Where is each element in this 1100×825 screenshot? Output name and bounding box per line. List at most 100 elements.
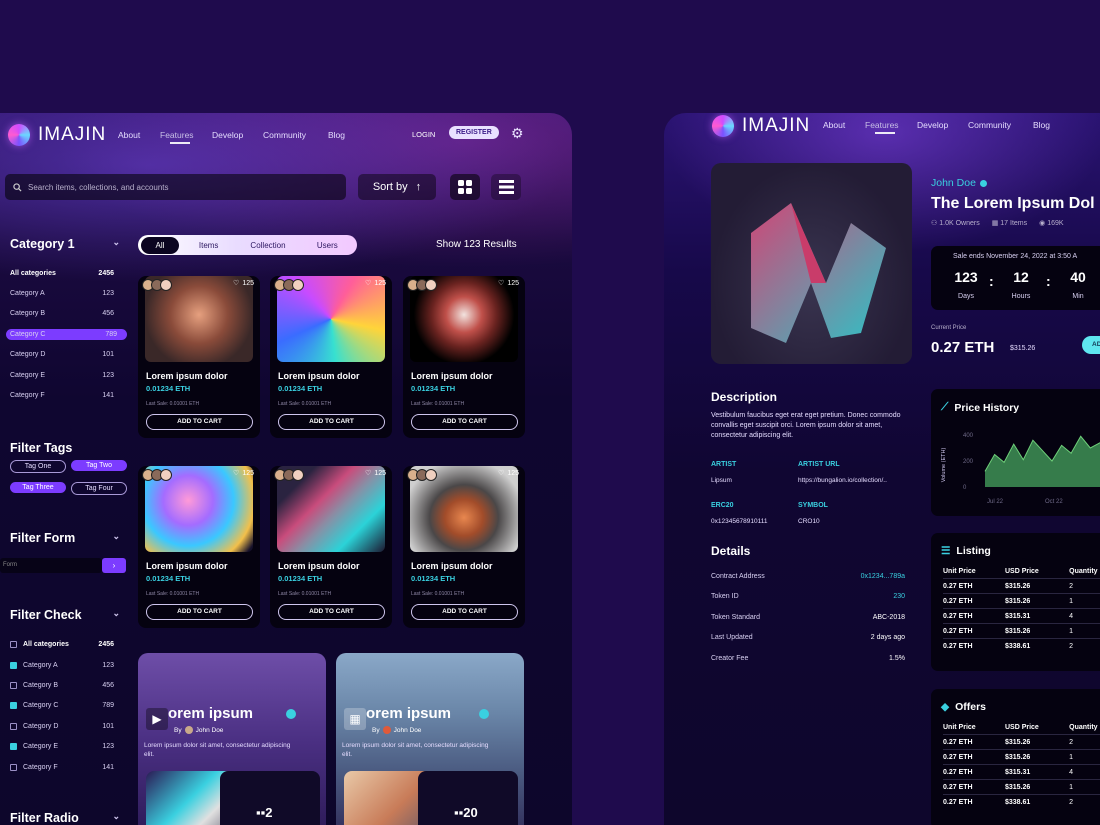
table-row: 0.27 ETH $315.31 4 bbox=[943, 764, 1100, 780]
check-item-c[interactable]: Category C 789 bbox=[10, 702, 114, 709]
checkbox[interactable] bbox=[10, 723, 17, 730]
category-item-d[interactable]: Category D 101 bbox=[10, 351, 114, 358]
filter-form-header[interactable]: Filter Form ⌄ bbox=[10, 531, 120, 545]
chart-line-icon: ⟋ bbox=[941, 401, 949, 413]
users-icon: ⚇ bbox=[931, 220, 940, 227]
tag-two[interactable]: Tag Two bbox=[71, 460, 127, 471]
grid-icon: ▪▪ bbox=[454, 805, 464, 820]
search-icon bbox=[13, 182, 22, 192]
add-to-cart-button[interactable]: ADD TO CART bbox=[146, 604, 253, 620]
artist-name[interactable]: John Doe bbox=[931, 177, 987, 189]
tab-all[interactable]: All bbox=[141, 236, 179, 254]
add-to-cart-button[interactable]: ADD TO CART bbox=[411, 414, 518, 430]
form-submit-button[interactable]: › bbox=[102, 558, 126, 573]
checkbox[interactable] bbox=[10, 764, 17, 771]
add-to-cart-button[interactable]: ADD TO bbox=[1082, 336, 1100, 354]
check-item-all[interactable]: All categories 2456 bbox=[10, 641, 114, 648]
item-detail-window: IMAJIN About Features Develop Community … bbox=[664, 113, 1100, 825]
heart-icon: ♡ bbox=[365, 470, 372, 477]
check-item-d[interactable]: Category D 101 bbox=[10, 723, 114, 730]
likes[interactable]: ♡ 125 bbox=[498, 279, 519, 288]
category-item-e[interactable]: Category E 123 bbox=[10, 372, 114, 379]
description-text: Vestibulum faucibus eget erat eget preti… bbox=[711, 412, 901, 439]
search-bar[interactable]: Search items, collections, and accounts bbox=[5, 174, 346, 200]
logo[interactable]: IMAJIN bbox=[8, 124, 106, 146]
likes[interactable]: ♡ 125 bbox=[365, 279, 386, 288]
nft-card[interactable]: ♡ 125 Lorem ipsum dolor 0.01234 ETH Last … bbox=[138, 466, 260, 628]
nav-blog[interactable]: Blog bbox=[1033, 120, 1050, 130]
check-item-f[interactable]: Category F 141 bbox=[10, 764, 114, 771]
grid-view-button[interactable] bbox=[450, 174, 480, 200]
checkbox-checked[interactable] bbox=[10, 702, 17, 709]
nav-about[interactable]: About bbox=[823, 120, 845, 130]
detail-row: Token Standard ABC-2018 bbox=[711, 614, 905, 621]
chevron-right-icon: › bbox=[112, 561, 116, 570]
checkbox[interactable] bbox=[10, 682, 17, 689]
verified-icon bbox=[479, 709, 489, 719]
tab-items[interactable]: Items bbox=[179, 241, 238, 250]
tag-three[interactable]: Tag Three bbox=[10, 482, 66, 493]
price-history-chart: Volume (ETH) 400 200 0 Jul 22 Oct 22 bbox=[941, 433, 1100, 505]
filter-radio-header[interactable]: Filter Radio ⌄ bbox=[10, 811, 120, 825]
category-item-all[interactable]: All categories 2456 bbox=[10, 270, 114, 277]
tag-four[interactable]: Tag Four bbox=[71, 482, 127, 495]
nft-card[interactable]: ♡ 125 Lorem ipsum dolor 0.01234 ETH Last … bbox=[403, 466, 525, 628]
category-item-b[interactable]: Category B 456 bbox=[10, 310, 114, 317]
category-item-a[interactable]: Category A 123 bbox=[10, 290, 114, 297]
category-1-header[interactable]: Category 1 ⌄ bbox=[10, 237, 120, 251]
area-series bbox=[985, 436, 1100, 487]
register-button[interactable]: REGISTER bbox=[449, 126, 499, 139]
checkbox-checked[interactable] bbox=[10, 743, 17, 750]
nft-card[interactable]: ♡ 125 Lorem ipsum dolor 0.01234 ETH Last … bbox=[403, 276, 525, 438]
play-icon[interactable]: ▶ bbox=[146, 708, 168, 730]
collection-card[interactable]: ▦ orem ipsum By John Doe Lorem ipsum dolo… bbox=[336, 653, 524, 825]
checkbox-checked[interactable] bbox=[10, 662, 17, 669]
listing-panel: ☰ Listing Unit Price USD Price Quantity 0.2… bbox=[931, 533, 1100, 671]
item-count: ▪▪20 bbox=[454, 805, 478, 820]
add-to-cart-button[interactable]: ADD TO CART bbox=[411, 604, 518, 620]
gear-icon[interactable]: ⚙ bbox=[511, 125, 524, 142]
search-input[interactable]: Search items, collections, and accounts bbox=[28, 183, 169, 192]
nft-card[interactable]: ♡ 125 Lorem ipsum dolor 0.01234 ETH Last … bbox=[270, 276, 392, 438]
check-item-b[interactable]: Category B 456 bbox=[10, 682, 114, 689]
nav-features[interactable]: Features bbox=[160, 130, 194, 144]
price-history-panel: ⟋ Price History Volume (ETH) 400 200 0 Jul 22… bbox=[931, 389, 1100, 516]
likes[interactable]: ♡ 125 bbox=[365, 469, 386, 478]
table-row: 0.27 ETH $338.61 2 bbox=[943, 794, 1100, 809]
category-item-f[interactable]: Category F 141 bbox=[10, 392, 114, 399]
add-to-cart-button[interactable]: ADD TO CART bbox=[278, 604, 385, 620]
likes[interactable]: ♡ 125 bbox=[233, 469, 254, 478]
likes[interactable]: ♡ 125 bbox=[498, 469, 519, 478]
tab-users[interactable]: Users bbox=[298, 241, 357, 250]
nav-about[interactable]: About bbox=[118, 130, 140, 140]
filter-check-header[interactable]: Filter Check ⌄ bbox=[10, 608, 120, 622]
tag-one[interactable]: Tag One bbox=[10, 460, 66, 473]
category-item-c[interactable]: Category C 789 bbox=[6, 329, 127, 340]
login-button[interactable]: LOGIN bbox=[412, 130, 435, 139]
nft-card[interactable]: ♡ 125 Lorem ipsum dolor 0.01234 ETH Last … bbox=[138, 276, 260, 438]
check-item-a[interactable]: Category A 123 bbox=[10, 662, 114, 669]
nav-blog[interactable]: Blog bbox=[328, 130, 345, 140]
chevron-down-icon: ⌄ bbox=[112, 237, 120, 247]
logo[interactable]: IMAJIN bbox=[712, 115, 810, 137]
tab-collection[interactable]: Collection bbox=[238, 241, 297, 250]
likes[interactable]: ♡ 125 bbox=[233, 279, 254, 288]
y-tick-label: 200 bbox=[963, 459, 974, 465]
sort-button[interactable]: Sort by ↑ bbox=[358, 174, 436, 200]
nft-card[interactable]: ♡ 125 Lorem ipsum dolor 0.01234 ETH Last … bbox=[270, 466, 392, 628]
nav-develop[interactable]: Develop bbox=[212, 130, 243, 140]
list-view-button[interactable] bbox=[491, 174, 521, 200]
form-input[interactable]: Form bbox=[0, 558, 102, 573]
nav-community[interactable]: Community bbox=[263, 130, 306, 140]
nav-develop[interactable]: Develop bbox=[917, 120, 948, 130]
artist-url-link[interactable]: https://bungalion.io/collection/.. bbox=[798, 477, 887, 484]
collection-card[interactable]: ▶ orem ipsum By John Doe Lorem ipsum dolo… bbox=[138, 653, 326, 825]
add-to-cart-button[interactable]: ADD TO CART bbox=[278, 414, 385, 430]
add-to-cart-button[interactable]: ADD TO CART bbox=[146, 414, 253, 430]
checkbox[interactable] bbox=[10, 641, 17, 648]
check-item-e[interactable]: Category E 123 bbox=[10, 743, 114, 750]
nav-features[interactable]: Features bbox=[865, 120, 899, 134]
chevron-down-icon: ⌄ bbox=[112, 608, 120, 618]
nav-community[interactable]: Community bbox=[968, 120, 1011, 130]
heart-icon: ♡ bbox=[233, 280, 240, 287]
